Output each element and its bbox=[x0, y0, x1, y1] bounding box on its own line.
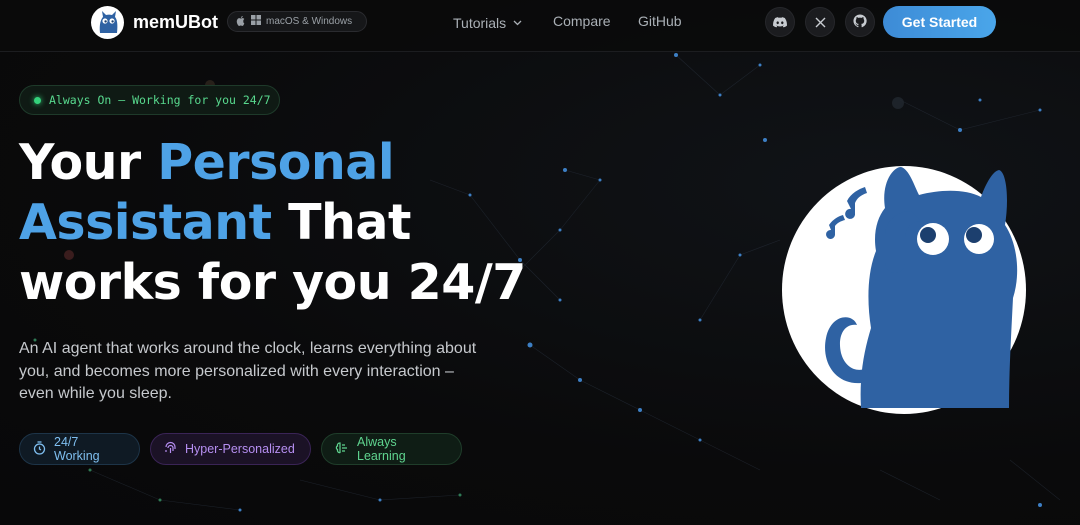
x-icon bbox=[815, 13, 826, 32]
github-button[interactable] bbox=[845, 7, 875, 37]
hero-headline: Your Personal Assistant That works for y… bbox=[19, 133, 639, 313]
nav-link-github[interactable]: GitHub bbox=[638, 13, 682, 29]
headline-plain-3: works for you 24/7 bbox=[19, 254, 526, 311]
nav-link-tutorials[interactable]: Tutorials bbox=[453, 13, 522, 31]
github-icon bbox=[853, 13, 867, 32]
feature-badge-personalized: Hyper-Personalized bbox=[150, 433, 311, 465]
discord-icon bbox=[773, 13, 787, 32]
nav-link-compare[interactable]: Compare bbox=[553, 13, 611, 29]
feature-label: 24/7 Working bbox=[54, 435, 100, 463]
headline-accent-1: Personal bbox=[157, 134, 395, 191]
headline-plain-1: Your bbox=[19, 134, 158, 191]
hero-subtitle: An AI agent that works around the clock,… bbox=[19, 340, 477, 402]
get-started-button[interactable]: Get Started bbox=[883, 6, 996, 38]
windows-icon bbox=[251, 15, 261, 28]
headline-plain-2: That bbox=[271, 194, 411, 251]
discord-button[interactable] bbox=[765, 7, 795, 37]
feature-badge-24-7: 24/7 Working bbox=[19, 433, 140, 465]
apple-icon bbox=[236, 15, 246, 29]
cat-mascot-illustration bbox=[782, 166, 1026, 414]
chevron-down-icon bbox=[513, 13, 522, 29]
x-button[interactable] bbox=[805, 7, 835, 37]
headline-accent-2: Assistant bbox=[19, 194, 272, 251]
fingerprint-icon bbox=[164, 441, 177, 458]
brand-name[interactable]: memUBot bbox=[133, 12, 218, 33]
status-text: Always On — Working for you 24/7 bbox=[49, 93, 271, 107]
feature-label: Always Learning bbox=[357, 435, 406, 463]
platform-badge: macOS & Windows bbox=[227, 11, 367, 32]
brain-icon bbox=[335, 441, 349, 458]
status-dot-icon bbox=[34, 96, 41, 104]
nav-link-label: Tutorials bbox=[453, 15, 507, 31]
brand-logo[interactable] bbox=[91, 6, 124, 39]
feature-badge-learning: Always Learning bbox=[321, 433, 462, 465]
status-badge: Always On — Working for you 24/7 bbox=[19, 85, 280, 115]
feature-label: Hyper-Personalized bbox=[185, 442, 295, 456]
stopwatch-icon bbox=[33, 440, 46, 458]
platform-label: macOS & Windows bbox=[266, 16, 353, 27]
